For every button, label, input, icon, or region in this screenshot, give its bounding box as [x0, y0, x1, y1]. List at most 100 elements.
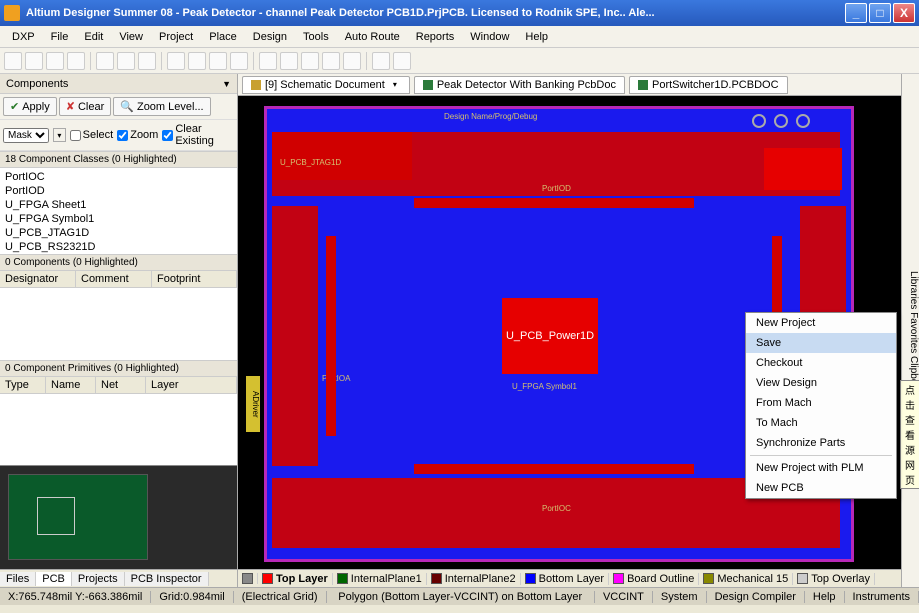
ctx-separator: [750, 455, 892, 456]
status-gridtype: (Electrical Grid): [234, 591, 327, 603]
layer-overlay[interactable]: Top Overlay: [793, 573, 875, 585]
layer-top[interactable]: Top Layer: [258, 573, 333, 585]
menu-project[interactable]: Project: [153, 29, 199, 45]
panel-header-components: Components ▼: [0, 74, 237, 94]
ctx-sync-parts[interactable]: Synchronize Parts: [746, 433, 896, 453]
col-designator[interactable]: Designator: [0, 271, 76, 287]
chip-power: U_PCB_Power1D: [502, 298, 598, 374]
ctx-checkout[interactable]: Checkout: [746, 353, 896, 373]
layer-plane1[interactable]: InternalPlane1: [333, 573, 427, 585]
layer-bottom[interactable]: Bottom Layer: [521, 573, 609, 585]
col-layer[interactable]: Layer: [146, 377, 237, 393]
menu-bar: DXP File Edit View Project Place Design …: [0, 26, 919, 48]
ctx-new-project-plm[interactable]: New Project with PLM: [746, 458, 896, 478]
ctx-view-design[interactable]: View Design: [746, 373, 896, 393]
toolbar-btn[interactable]: [67, 52, 85, 70]
ctx-new-project[interactable]: New Project: [746, 313, 896, 333]
ctx-new-pcb[interactable]: New PCB: [746, 478, 896, 498]
toolbar-btn[interactable]: [209, 52, 227, 70]
status-coords: X:765.748mil Y:-663.386mil: [0, 591, 151, 603]
doctab-portswitcher[interactable]: PortSwitcher1D.PCBDOC: [629, 76, 788, 94]
toolbar-btn[interactable]: [167, 52, 185, 70]
toolbar-btn[interactable]: [117, 52, 135, 70]
layer-bar: Top Layer InternalPlane1 InternalPlane2 …: [238, 569, 901, 587]
status-help[interactable]: Help: [805, 591, 845, 603]
status-grid: Grid:0.984mil: [151, 591, 233, 603]
toolbar-btn[interactable]: [372, 52, 390, 70]
window-title: Altium Designer Summer 08 - Peak Detecto…: [26, 7, 845, 19]
toolbar-btn[interactable]: [138, 52, 156, 70]
toolbar-btn[interactable]: [393, 52, 411, 70]
menu-place[interactable]: Place: [203, 29, 243, 45]
preview-pane[interactable]: [0, 465, 237, 569]
toolbar-btn[interactable]: [96, 52, 114, 70]
select-checkbox[interactable]: Select: [70, 129, 114, 141]
toolbar-btn[interactable]: [259, 52, 277, 70]
primitives-list[interactable]: [0, 394, 237, 466]
menu-view[interactable]: View: [113, 29, 149, 45]
toolbar-btn[interactable]: [4, 52, 22, 70]
primitives-header: 0 Component Primitives (0 Highlighted): [0, 360, 237, 377]
menu-reports[interactable]: Reports: [410, 29, 461, 45]
mask-dropdown[interactable]: ▾: [53, 128, 66, 142]
col-type[interactable]: Type: [0, 377, 46, 393]
doctab-schematic[interactable]: [9] Schematic Document ▾: [242, 76, 410, 94]
apply-button[interactable]: ✔Apply: [3, 97, 57, 116]
clear-existing-checkbox[interactable]: Clear Existing: [162, 123, 234, 147]
status-design-compiler[interactable]: Design Compiler: [707, 591, 805, 603]
tooltip: 点击查看源网页: [900, 380, 919, 489]
menu-autoroute[interactable]: Auto Route: [339, 29, 406, 45]
menu-file[interactable]: File: [45, 29, 75, 45]
menu-dxp[interactable]: DXP: [6, 29, 41, 45]
ctx-to-mach[interactable]: To Mach: [746, 413, 896, 433]
silk-fpga: U_FPGA Symbol1: [512, 382, 577, 391]
status-net: VCCINT: [595, 591, 653, 603]
toolbar-btn[interactable]: [343, 52, 361, 70]
mask-select[interactable]: Mask: [3, 128, 49, 143]
col-footprint[interactable]: Footprint: [152, 271, 237, 287]
menu-edit[interactable]: Edit: [78, 29, 109, 45]
zoom-checkbox[interactable]: Zoom: [117, 129, 158, 141]
tab-pcb-inspector[interactable]: PCB Inspector: [125, 572, 209, 586]
panel-dropdown-icon[interactable]: ▼: [222, 79, 231, 89]
doctab-peak-detector[interactable]: Peak Detector With Banking PcbDoc: [414, 76, 625, 94]
silk-jtag: U_PCB_JTAG1D: [280, 158, 341, 167]
close-button[interactable]: X: [893, 3, 915, 23]
toolbar-btn[interactable]: [301, 52, 319, 70]
minimize-button[interactable]: _: [845, 3, 867, 23]
right-rail-tabs[interactable]: Libraries Favorites Clipboard: [901, 74, 919, 587]
silk-portioc: PortIOC: [542, 504, 571, 513]
status-system[interactable]: System: [653, 591, 707, 603]
adriver-label: ADriver: [246, 376, 260, 432]
toolbar-btn[interactable]: [46, 52, 64, 70]
col-comment[interactable]: Comment: [76, 271, 152, 287]
tab-files[interactable]: Files: [0, 572, 36, 586]
toolbar-btn[interactable]: [322, 52, 340, 70]
layer-outline[interactable]: Board Outline: [609, 573, 699, 585]
col-name[interactable]: Name: [46, 377, 96, 393]
status-bar: X:765.748mil Y:-663.386mil Grid:0.984mil…: [0, 587, 919, 605]
status-polygon: Polygon (Bottom Layer-VCCINT) on Bottom …: [327, 591, 595, 603]
classes-list[interactable]: PortIOC PortIOD U_FPGA Sheet1 U_FPGA Sym…: [0, 168, 237, 254]
chevron-down-icon[interactable]: ▾: [389, 80, 401, 89]
maximize-button[interactable]: □: [869, 3, 891, 23]
menu-design[interactable]: Design: [247, 29, 293, 45]
layer-mech15[interactable]: Mechanical 15: [699, 573, 793, 585]
col-net[interactable]: Net: [96, 377, 146, 393]
menu-help[interactable]: Help: [519, 29, 554, 45]
clear-button[interactable]: ✘Clear: [59, 97, 112, 116]
menu-tools[interactable]: Tools: [297, 29, 335, 45]
tab-pcb[interactable]: PCB: [36, 572, 72, 586]
ctx-save[interactable]: Save: [746, 333, 896, 353]
ctx-from-mach[interactable]: From Mach: [746, 393, 896, 413]
toolbar-btn[interactable]: [280, 52, 298, 70]
menu-window[interactable]: Window: [464, 29, 515, 45]
toolbar-btn[interactable]: [25, 52, 43, 70]
tab-projects[interactable]: Projects: [72, 572, 125, 586]
status-instruments[interactable]: Instruments: [845, 591, 919, 603]
components-list[interactable]: [0, 288, 237, 360]
zoom-level-button[interactable]: 🔍Zoom Level...: [113, 97, 210, 116]
layer-plane2[interactable]: InternalPlane2: [427, 573, 521, 585]
toolbar-btn[interactable]: [230, 52, 248, 70]
toolbar-btn[interactable]: [188, 52, 206, 70]
